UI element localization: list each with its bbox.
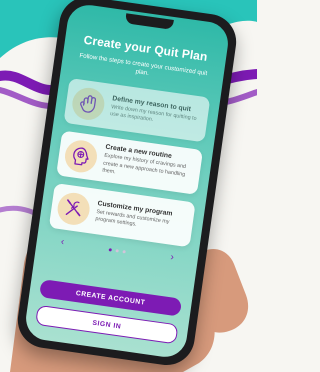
action-buttons: CREATE ACCOUNT SIGN IN [35, 279, 183, 345]
chevron-right-icon[interactable]: › [170, 252, 175, 264]
plan-steps: Define my reason to quit Write down my r… [48, 77, 211, 248]
tools-icon [55, 190, 92, 227]
plan-step-card-routine[interactable]: Create a new routine Explore my history … [56, 130, 204, 195]
pager-dot[interactable] [115, 248, 119, 253]
chevron-left-icon[interactable]: ‹ [60, 236, 65, 248]
card-body: Customize my program Set rewards and cus… [95, 200, 187, 236]
head-icon [62, 138, 100, 175]
plan-step-card-program[interactable]: Customize my program Set rewards and cus… [48, 182, 196, 248]
pager-dot[interactable] [108, 247, 112, 252]
hand-icon [70, 85, 107, 122]
pager-dots [108, 247, 126, 254]
pager-dot[interactable] [122, 249, 126, 254]
card-body: Define my reason to quit Write down my r… [110, 95, 202, 131]
card-body: Create a new routine Explore my history … [102, 144, 195, 187]
plan-step-card-reason[interactable]: Define my reason to quit Write down my r… [63, 77, 211, 143]
